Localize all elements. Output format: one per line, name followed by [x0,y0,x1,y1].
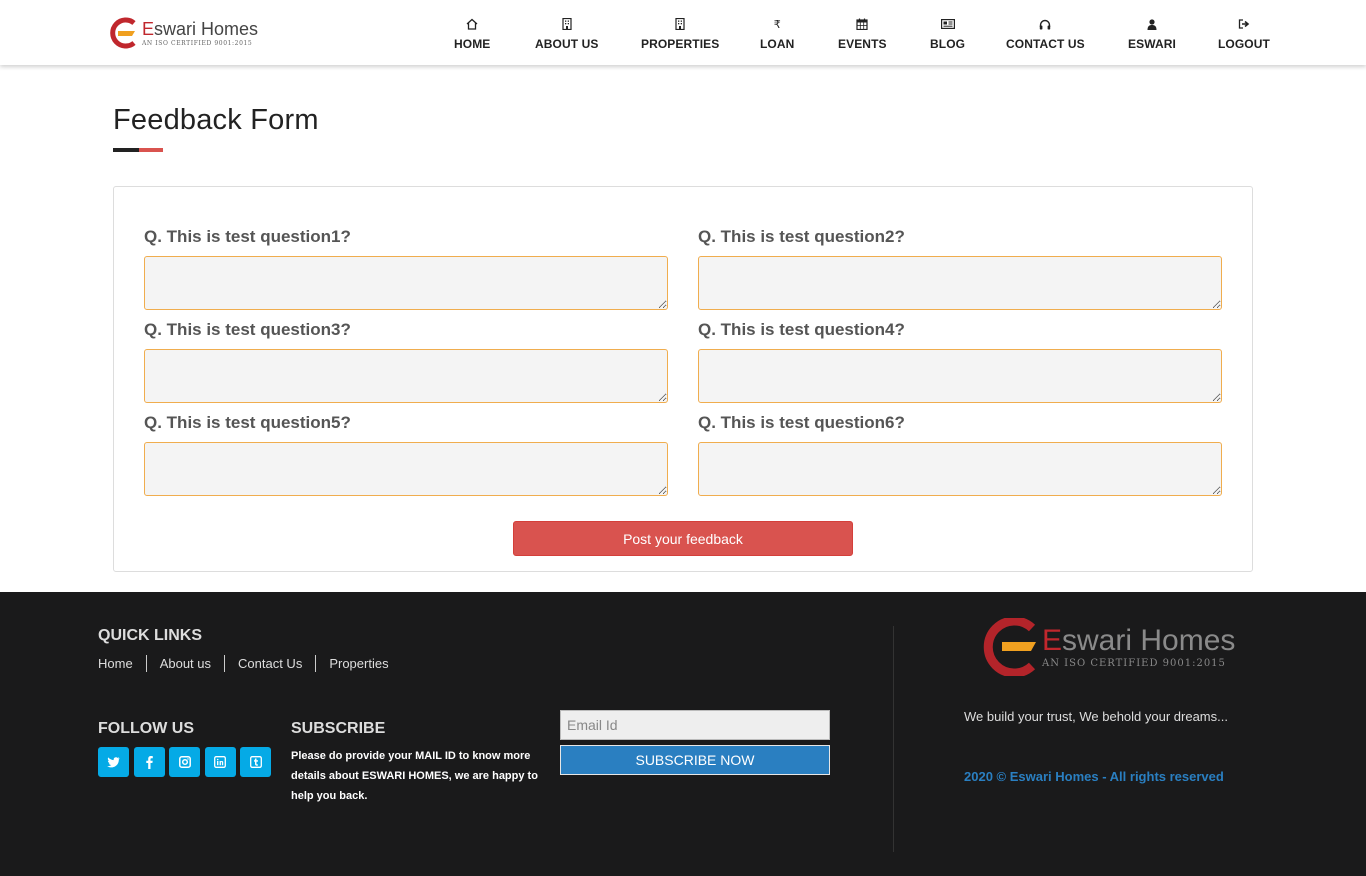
footer-brand-logo: Eswari Homes AN ISO CERTIFIED 9001:2015 [980,616,1250,678]
brand-logo[interactable]: Eswari Homes AN ISO CERTIFIED 9001:2015 [108,15,263,51]
subscribe-now-button[interactable]: SUBSCRIBE NOW [560,745,830,775]
newspaper-icon [940,17,955,31]
nav-loan[interactable]: ₹ LOAN [760,17,795,52]
nav-loan-label: LOAN [760,37,795,51]
nav-home-label: HOME [454,37,491,51]
home-icon [465,17,479,31]
subscribe-email-input[interactable] [560,710,830,740]
twitter-icon[interactable] [98,747,129,777]
user-icon [1145,17,1159,31]
question-2-label: Q. This is test question2? [698,227,905,246]
page-title: Feedback Form [113,104,319,136]
question-5-answer[interactable] [144,442,668,496]
footer-link-properties[interactable]: Properties [315,655,401,672]
site-header: Eswari Homes AN ISO CERTIFIED 9001:2015 … [0,0,1366,65]
question-6-label: Q. This is test question6? [698,413,905,432]
question-3-answer[interactable] [144,349,668,403]
nav-about-us[interactable]: ABOUT US [535,17,598,51]
question-2-answer[interactable] [698,256,1222,310]
nav-properties[interactable]: PROPERTIES [641,17,719,51]
tumblr-icon[interactable] [240,747,271,777]
headphones-icon [1038,17,1052,31]
building-icon [673,17,687,31]
question-1-answer[interactable] [144,256,668,310]
post-feedback-button[interactable]: Post your feedback [513,521,853,556]
rupee-icon: ₹ [773,18,781,31]
follow-us-heading: FOLLOW US [98,720,194,737]
question-5-label: Q. This is test question5? [144,413,351,432]
nav-home[interactable]: HOME [454,17,490,51]
instagram-icon[interactable] [169,747,200,777]
question-4-label: Q. This is test question4? [698,320,905,339]
subscribe-description: Please do provide your MAIL ID to know m… [291,750,538,802]
title-underline [113,148,163,152]
social-links [98,747,276,777]
question-3-label: Q. This is test question3? [144,320,351,339]
footer-brand-tagline: AN ISO CERTIFIED 9001:2015 [1042,657,1226,669]
footer-divider [893,626,894,852]
footer-link-home[interactable]: Home [98,655,146,672]
nav-events[interactable]: EVENTS [838,17,887,51]
nav-logout[interactable]: LOGOUT [1218,17,1270,51]
brand-name: swari Homes [154,18,259,39]
nav-user-eswari[interactable]: ESWARI [1128,17,1176,51]
logo-mark-icon [108,17,138,49]
quick-links: Home About us Contact Us Properties [98,655,402,672]
building-icon [560,17,574,31]
nav-logout-label: LOGOUT [1218,37,1270,51]
nav-events-label: EVENTS [838,37,887,51]
nav-user-label: ESWARI [1128,37,1176,51]
nav-contact-us-label: CONTACT US [1006,37,1085,51]
footer-link-about-us[interactable]: About us [145,655,224,672]
brand-tagline: AN ISO CERTIFIED 9001:2015 [142,39,253,47]
brand-name-initial: E [142,18,155,39]
question-4-answer[interactable] [698,349,1222,403]
nav-blog[interactable]: BLOG [930,17,965,51]
subscribe-heading: SUBSCRIBE [291,720,386,737]
nav-blog-label: BLOG [930,37,966,51]
footer-brand-initial: E [1042,623,1063,657]
nav-about-us-label: ABOUT US [535,37,599,51]
calendar-icon [855,17,869,31]
site-footer: QUICK LINKS Home About us Contact Us Pro… [0,592,1366,876]
logo-mark-icon [980,616,1040,678]
logout-icon [1237,17,1251,31]
linkedin-icon[interactable] [204,747,236,777]
nav-contact-us[interactable]: CONTACT US [1006,17,1085,51]
facebook-icon[interactable] [133,747,165,777]
footer-tagline: We build your trust, We behold your drea… [964,709,1228,724]
footer-link-contact-us[interactable]: Contact Us [224,655,315,672]
nav-properties-label: PROPERTIES [641,37,720,51]
footer-brand-name: swari Homes [1062,623,1236,657]
question-1-label: Q. This is test question1? [144,227,351,246]
copyright-text: 2020 © Eswari Homes - All rights reserve… [964,769,1224,784]
feedback-form-card: Q. This is test question1? Q. This is te… [113,186,1253,572]
question-6-answer[interactable] [698,442,1222,496]
quick-links-heading: QUICK LINKS [98,627,202,644]
